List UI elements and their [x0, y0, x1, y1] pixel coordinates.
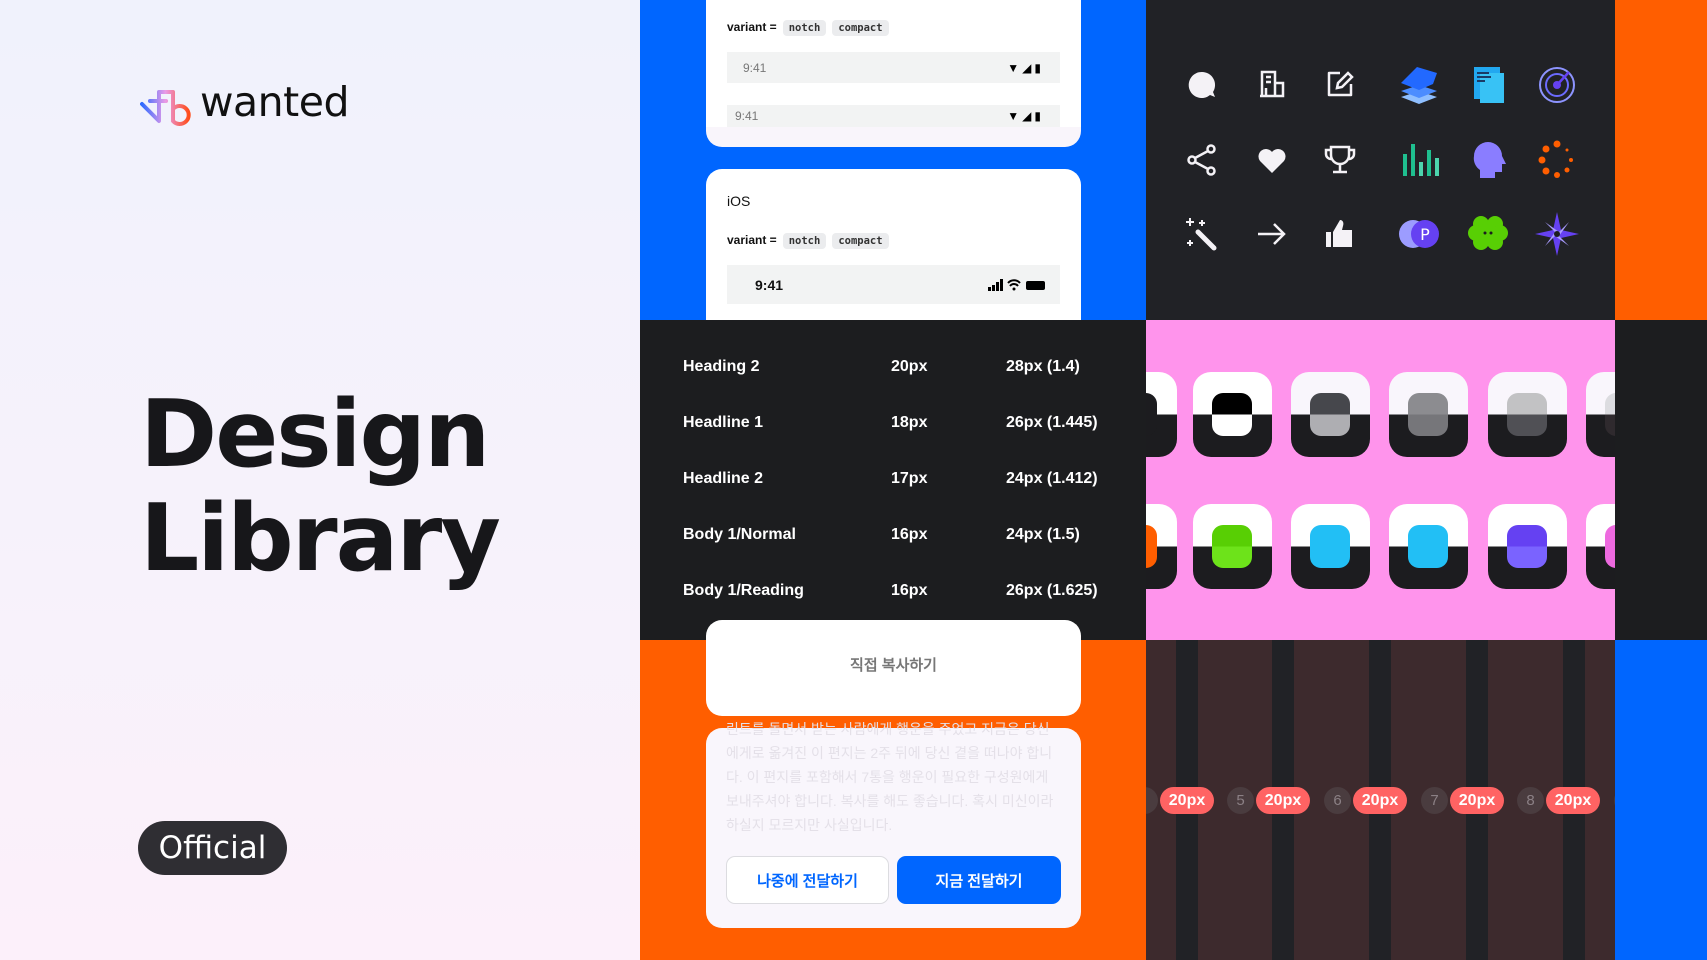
variant-row: variant = notch compact — [727, 20, 889, 36]
variant-chip-notch[interactable]: notch — [782, 233, 827, 249]
orange-strip — [1615, 0, 1707, 320]
layers-icon — [1401, 67, 1437, 104]
svg-text:P: P — [1420, 225, 1430, 244]
compass-star-icon — [1535, 212, 1579, 256]
table-row: Headline 2 17px 24px (1.412) — [640, 470, 1147, 500]
wanted-logo-icon — [140, 90, 191, 126]
variant-chip-compact[interactable]: compact — [832, 20, 889, 36]
font-size: 16px — [891, 582, 928, 599]
document-icon — [1474, 67, 1504, 103]
send-now-button[interactable]: 지금 전달하기 — [897, 856, 1061, 904]
wifi-signal-battery-icon: ▼◢▮ — [1007, 60, 1044, 75]
loading-dots-icon — [1538, 140, 1573, 178]
swatch-tile — [1146, 372, 1177, 457]
brand-name: wanted — [200, 78, 349, 126]
variant-label: variant = — [727, 233, 777, 247]
page-title: Design Library — [140, 380, 501, 592]
swatch-tile — [1389, 504, 1468, 589]
signal-wifi-battery-icon — [988, 278, 1045, 291]
font-size: 17px — [891, 470, 928, 487]
arrow-right-icon — [1258, 223, 1286, 245]
wifi-signal-battery-icon: ▼◢▮ — [1007, 109, 1044, 123]
copy-directly-button[interactable]: 직접 복사하기 — [706, 654, 1081, 675]
line-height: 24px (1.412) — [1006, 470, 1098, 487]
magic-wand-icon — [1186, 218, 1217, 251]
android-status-bar-compact: 9:41 ▼◢▮ — [727, 105, 1060, 127]
official-badge: Official — [138, 821, 287, 875]
line-height: 28px (1.4) — [1006, 358, 1080, 375]
share-icon — [1187, 144, 1216, 176]
font-size: 20px — [891, 358, 928, 375]
ios-heading: iOS — [727, 193, 751, 209]
variant-row: variant = notch compact — [727, 233, 889, 249]
title-line-2: Library — [140, 484, 501, 592]
swatch-tile — [1193, 504, 1272, 589]
building-icon — [1260, 70, 1285, 98]
table-row: Body 1/Reading 16px 26px (1.625) — [640, 582, 1147, 612]
swatch-tile — [1488, 372, 1567, 457]
swatch-tile — [1488, 504, 1567, 589]
line-height: 24px (1.5) — [1006, 526, 1080, 543]
style-name: Heading 2 — [683, 358, 760, 375]
table-row: Heading 2 20px 28px (1.4) — [640, 358, 1147, 388]
icon-showcase: P — [1146, 0, 1615, 320]
title-line-1: Design — [140, 380, 490, 488]
status-time: 9:41 — [755, 276, 784, 293]
thumbs-up-icon — [1326, 220, 1352, 247]
swatch-tile — [1586, 504, 1615, 589]
head-profile-icon — [1473, 142, 1506, 178]
heart-icon — [1258, 149, 1286, 173]
style-name: Headline 1 — [683, 414, 764, 431]
swatch-tile — [1193, 372, 1272, 457]
style-name: Body 1/Reading — [683, 582, 804, 599]
swatch-tile — [1291, 504, 1370, 589]
bar-chart-icon — [1403, 144, 1439, 176]
ios-status-bar: 9:41 — [727, 265, 1060, 304]
android-status-card: variant = notch compact 9:41 ▼◢▮ 9:41 ▼◢▮ — [706, 0, 1081, 147]
color-swatch-panel — [1146, 320, 1615, 640]
typography-table: Heading 2 20px 28px (1.4) Headline 1 18px 26… — [640, 320, 1147, 640]
table-row: Headline 1 18px 26px (1.445) — [640, 414, 1147, 444]
copy-card: 직접 복사하기 — [706, 620, 1081, 716]
style-name: Headline 2 — [683, 470, 764, 487]
layout-grid-panel — [1146, 640, 1615, 960]
target-icon — [1539, 67, 1575, 103]
line-height: 26px (1.625) — [1006, 582, 1098, 599]
font-size: 16px — [891, 526, 928, 543]
send-later-button[interactable]: 나중에 전달하기 — [726, 856, 889, 904]
variant-chip-compact[interactable]: compact — [832, 233, 889, 249]
variant-label: variant = — [727, 20, 777, 34]
swatch-tile — [1586, 372, 1615, 457]
style-name: Body 1/Normal — [683, 526, 796, 543]
swatch-tile — [1146, 504, 1177, 589]
status-time: 9:41 — [735, 109, 759, 123]
edit-icon — [1327, 71, 1354, 97]
blue-strip — [1615, 640, 1707, 960]
point-coin-icon: P — [1399, 220, 1439, 248]
hero-panel: wanted Design Library Official — [0, 0, 640, 960]
android-status-bar-notch: 9:41 ▼◢▮ — [727, 52, 1060, 83]
variant-chip-notch[interactable]: notch — [782, 20, 827, 36]
clover-icon — [1468, 216, 1508, 250]
table-row: Body 1/Normal 16px 24px (1.5) — [640, 526, 1147, 556]
ios-status-card: iOS variant = notch compact 9:41 — [706, 169, 1081, 339]
font-size: 18px — [891, 414, 928, 431]
swatch-tile — [1389, 372, 1468, 457]
trophy-icon — [1324, 145, 1356, 174]
status-time: 9:41 — [743, 60, 767, 75]
swatch-tile — [1291, 372, 1370, 457]
line-height: 26px (1.445) — [1006, 414, 1098, 431]
dark-strip — [1615, 320, 1707, 640]
chat-bubble-icon — [1188, 71, 1216, 98]
